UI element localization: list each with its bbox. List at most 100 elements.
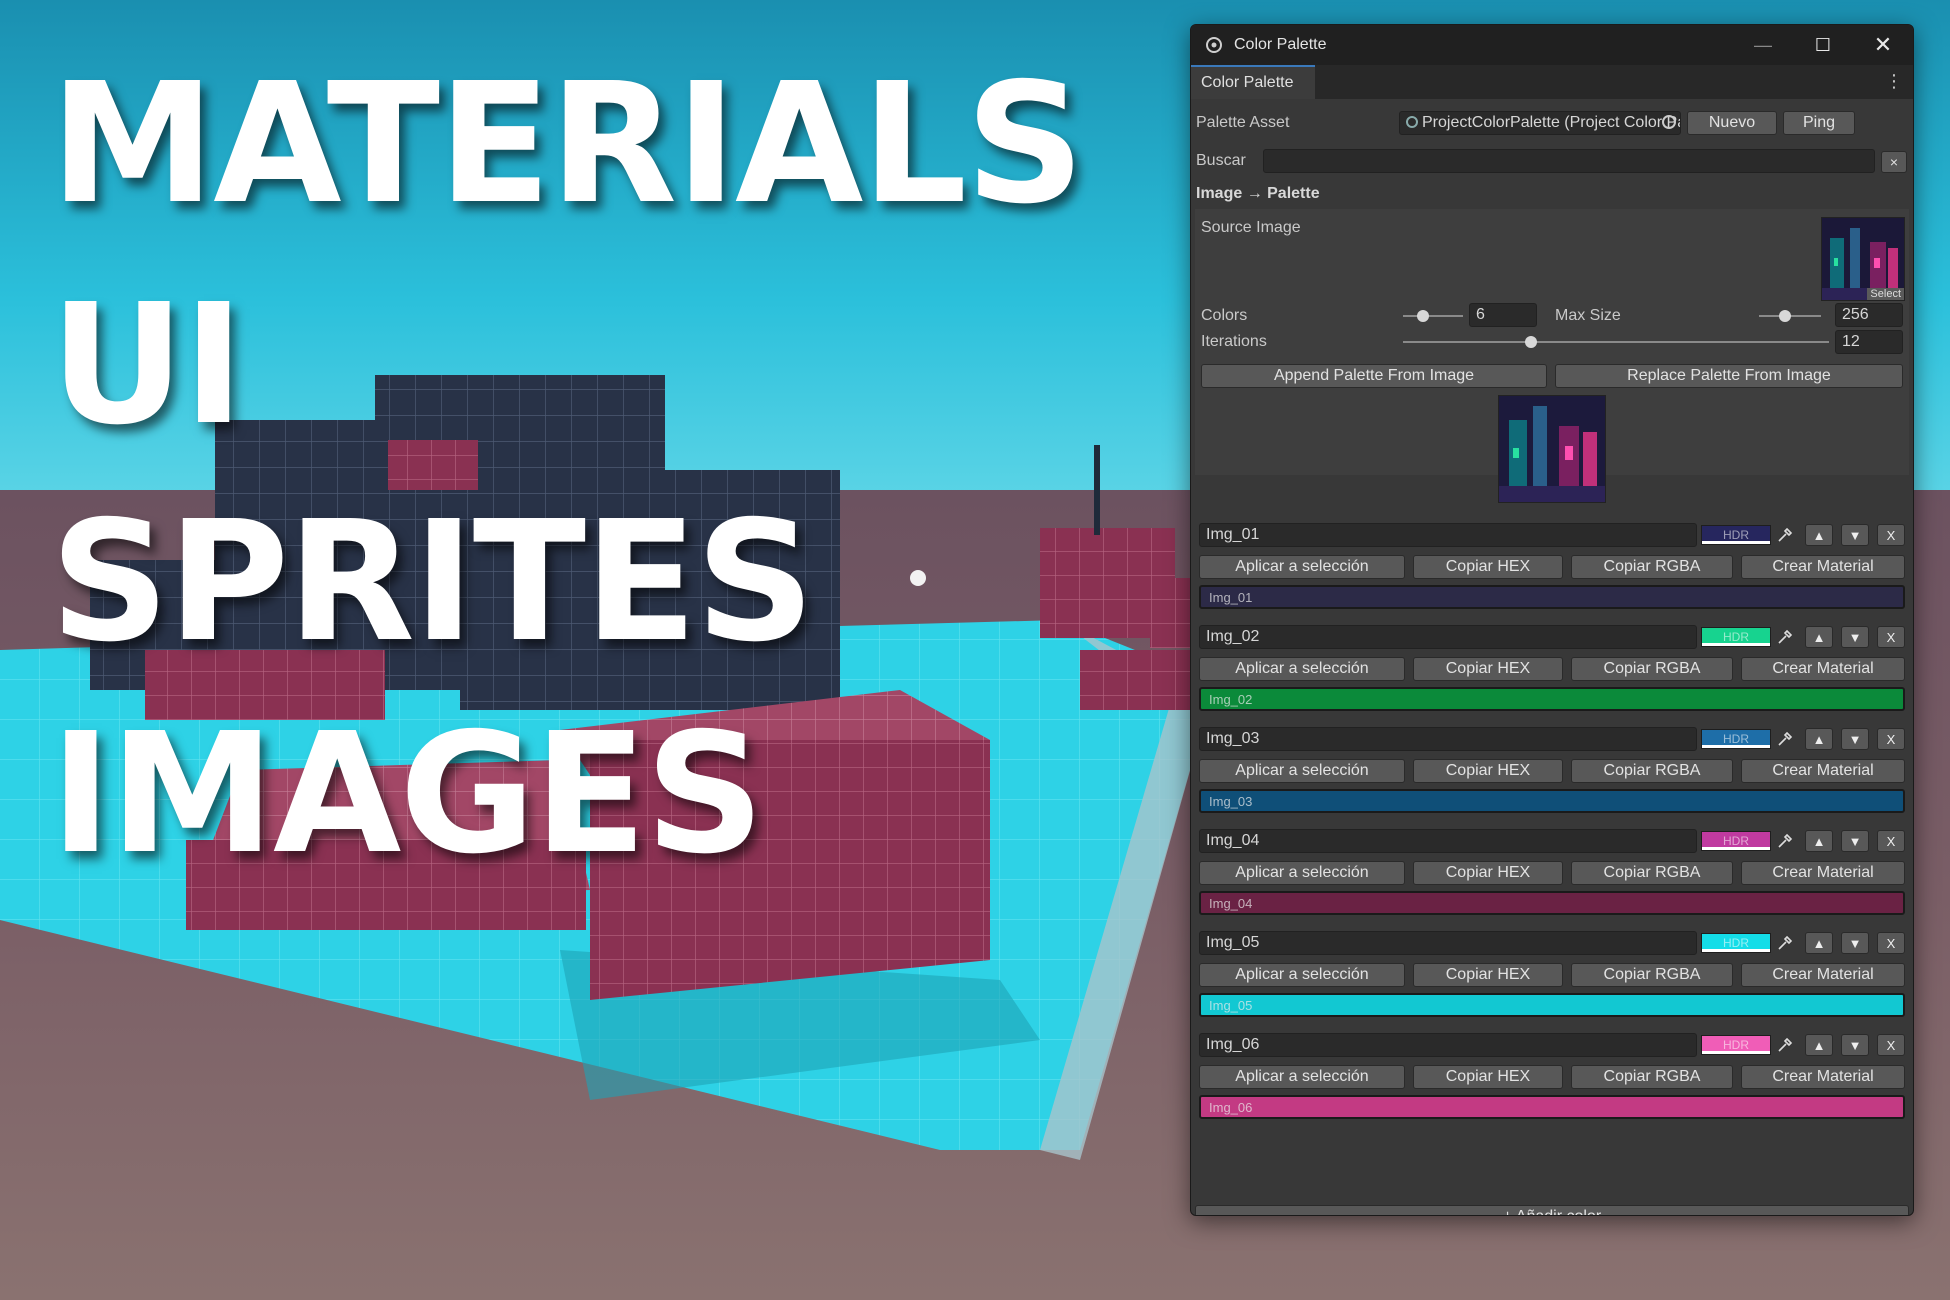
eyedropper-icon[interactable] bbox=[1775, 831, 1795, 851]
eyedropper-icon[interactable] bbox=[1775, 933, 1795, 953]
nuevo-button[interactable]: Nuevo bbox=[1687, 111, 1777, 135]
move-up-button[interactable]: ▲ bbox=[1805, 932, 1833, 954]
create-material-button[interactable]: Crear Material bbox=[1741, 657, 1905, 681]
ping-button[interactable]: Ping bbox=[1783, 111, 1855, 135]
copy-hex-button[interactable]: Copiar HEX bbox=[1413, 657, 1563, 681]
move-down-button[interactable]: ▼ bbox=[1841, 626, 1869, 648]
move-up-button[interactable]: ▲ bbox=[1805, 626, 1833, 648]
add-color-button[interactable]: + Añadir color bbox=[1195, 1205, 1909, 1215]
apply-selection-button[interactable]: Aplicar a selección bbox=[1199, 861, 1405, 885]
color-swatch[interactable]: HDR bbox=[1701, 831, 1771, 851]
remove-entry-button[interactable]: X bbox=[1877, 626, 1905, 648]
move-up-button[interactable]: ▲ bbox=[1805, 830, 1833, 852]
eyedropper-icon[interactable] bbox=[1775, 627, 1795, 647]
remove-entry-button[interactable]: X bbox=[1877, 524, 1905, 546]
palette-asset-field[interactable]: ProjectColorPalette (Project Color Pale bbox=[1399, 111, 1681, 135]
source-image-thumbnail[interactable]: Select bbox=[1821, 217, 1905, 301]
copy-hex-button[interactable]: Copiar HEX bbox=[1413, 555, 1563, 579]
hdr-label: HDR bbox=[1723, 630, 1749, 644]
headline-images: IMAGES bbox=[50, 698, 765, 891]
title-bar[interactable]: Color Palette — ☐ ✕ bbox=[1191, 25, 1913, 65]
move-up-button[interactable]: ▲ bbox=[1805, 728, 1833, 750]
color-swatch[interactable]: HDR bbox=[1701, 1035, 1771, 1055]
create-material-button[interactable]: Crear Material bbox=[1741, 759, 1905, 783]
search-input[interactable] bbox=[1263, 149, 1875, 173]
minimize-button[interactable]: — bbox=[1733, 25, 1793, 65]
move-down-button[interactable]: ▼ bbox=[1841, 1034, 1869, 1056]
entry-name-input[interactable]: Img_06 bbox=[1199, 1033, 1697, 1057]
max-size-slider-knob[interactable] bbox=[1779, 310, 1792, 322]
copy-rgba-button[interactable]: Copiar RGBA bbox=[1571, 555, 1733, 579]
copy-hex-button[interactable]: Copiar HEX bbox=[1413, 963, 1563, 987]
entry-name-input[interactable]: Img_03 bbox=[1199, 727, 1697, 751]
object-picker-icon[interactable] bbox=[1662, 115, 1676, 129]
append-palette-button[interactable]: Append Palette From Image bbox=[1201, 364, 1547, 388]
iterations-input[interactable]: 12 bbox=[1835, 330, 1903, 354]
copy-rgba-button[interactable]: Copiar RGBA bbox=[1571, 657, 1733, 681]
iterations-slider-knob[interactable] bbox=[1524, 336, 1537, 348]
colors-slider-track[interactable] bbox=[1403, 315, 1463, 317]
color-preview-bar: Img_06 bbox=[1199, 1095, 1905, 1119]
palette-asset-value: ProjectColorPalette (Project Color Pale bbox=[1422, 114, 1681, 131]
create-material-button[interactable]: Crear Material bbox=[1741, 555, 1905, 579]
color-swatch[interactable]: HDR bbox=[1701, 525, 1771, 545]
unity-icon bbox=[1206, 37, 1222, 53]
create-material-button[interactable]: Crear Material bbox=[1741, 1065, 1905, 1089]
close-button[interactable]: ✕ bbox=[1853, 25, 1913, 65]
color-swatch[interactable]: HDR bbox=[1701, 729, 1771, 749]
colors-input[interactable]: 6 bbox=[1469, 303, 1537, 327]
headline-ui: UI bbox=[50, 269, 245, 462]
colors-slider-knob[interactable] bbox=[1416, 310, 1429, 322]
iterations-slider-track[interactable] bbox=[1403, 341, 1829, 343]
maximize-button[interactable]: ☐ bbox=[1793, 25, 1853, 65]
entry-name-input[interactable]: Img_05 bbox=[1199, 931, 1697, 955]
move-up-button[interactable]: ▲ bbox=[1805, 1034, 1833, 1056]
remove-entry-button[interactable]: X bbox=[1877, 830, 1905, 852]
eyedropper-icon[interactable] bbox=[1775, 729, 1795, 749]
more-options-icon[interactable]: ⋮ bbox=[1885, 71, 1903, 92]
create-material-button[interactable]: Crear Material bbox=[1741, 963, 1905, 987]
alpha-bar bbox=[1702, 745, 1770, 748]
copy-hex-button[interactable]: Copiar HEX bbox=[1413, 1065, 1563, 1089]
apply-selection-button[interactable]: Aplicar a selección bbox=[1199, 1065, 1405, 1089]
replace-palette-button[interactable]: Replace Palette From Image bbox=[1555, 364, 1903, 388]
clear-search-button[interactable]: × bbox=[1881, 151, 1907, 173]
apply-selection-button[interactable]: Aplicar a selección bbox=[1199, 963, 1405, 987]
tab-color-palette[interactable]: Color Palette bbox=[1191, 65, 1315, 99]
copy-hex-button[interactable]: Copiar HEX bbox=[1413, 759, 1563, 783]
copy-rgba-button[interactable]: Copiar RGBA bbox=[1571, 861, 1733, 885]
copy-rgba-button[interactable]: Copiar RGBA bbox=[1571, 759, 1733, 783]
hdr-label: HDR bbox=[1723, 732, 1749, 746]
entry-name-input[interactable]: Img_04 bbox=[1199, 829, 1697, 853]
eyedropper-icon[interactable] bbox=[1775, 525, 1795, 545]
move-down-button[interactable]: ▼ bbox=[1841, 728, 1869, 750]
hdr-label: HDR bbox=[1723, 834, 1749, 848]
create-material-button[interactable]: Crear Material bbox=[1741, 861, 1905, 885]
remove-entry-button[interactable]: X bbox=[1877, 728, 1905, 750]
color-swatch[interactable]: HDR bbox=[1701, 627, 1771, 647]
hdr-label: HDR bbox=[1723, 936, 1749, 950]
max-size-input[interactable]: 256 bbox=[1835, 303, 1903, 327]
entry-name-input[interactable]: Img_02 bbox=[1199, 625, 1697, 649]
eyedropper-icon[interactable] bbox=[1775, 1035, 1795, 1055]
select-image-button[interactable]: Select bbox=[1867, 288, 1904, 300]
apply-selection-button[interactable]: Aplicar a selección bbox=[1199, 555, 1405, 579]
color-swatch[interactable]: HDR bbox=[1701, 933, 1771, 953]
palette-entry: Img_04 HDR ▲ ▼ X Aplicar a selección Cop… bbox=[1195, 829, 1909, 927]
alpha-bar bbox=[1702, 1051, 1770, 1054]
remove-entry-button[interactable]: X bbox=[1877, 1034, 1905, 1056]
move-down-button[interactable]: ▼ bbox=[1841, 830, 1869, 852]
window-content: Palette Asset ProjectColorPalette (Proje… bbox=[1191, 99, 1913, 1215]
search-label: Buscar bbox=[1196, 152, 1246, 169]
alpha-bar bbox=[1702, 949, 1770, 952]
move-down-button[interactable]: ▼ bbox=[1841, 932, 1869, 954]
copy-rgba-button[interactable]: Copiar RGBA bbox=[1571, 963, 1733, 987]
remove-entry-button[interactable]: X bbox=[1877, 932, 1905, 954]
apply-selection-button[interactable]: Aplicar a selección bbox=[1199, 657, 1405, 681]
entry-name-input[interactable]: Img_01 bbox=[1199, 523, 1697, 547]
copy-hex-button[interactable]: Copiar HEX bbox=[1413, 861, 1563, 885]
copy-rgba-button[interactable]: Copiar RGBA bbox=[1571, 1065, 1733, 1089]
apply-selection-button[interactable]: Aplicar a selección bbox=[1199, 759, 1405, 783]
move-up-button[interactable]: ▲ bbox=[1805, 524, 1833, 546]
move-down-button[interactable]: ▼ bbox=[1841, 524, 1869, 546]
